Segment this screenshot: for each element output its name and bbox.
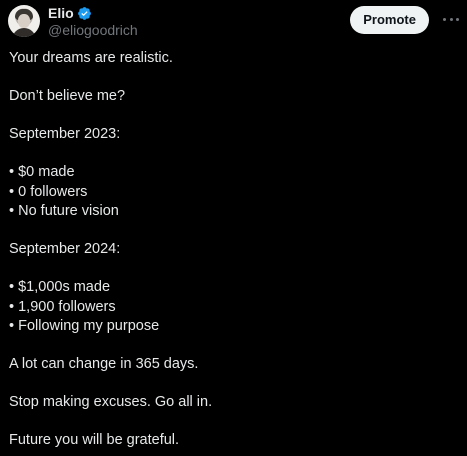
author-handle[interactable]: @eliogoodrich [48, 22, 138, 39]
author-display-name[interactable]: Elio [48, 5, 74, 22]
tweet-card: Elio @eliogoodrich Promote Your dreams a… [0, 0, 467, 456]
avatar-face [18, 14, 30, 28]
after-item: • $1,000s made [9, 279, 111, 295]
cta-line: Stop making excuses. Go all in. [9, 394, 213, 410]
tweet-text: Your dreams are realistic. Don’t believe… [9, 49, 459, 451]
before-heading: September 2023: [9, 126, 121, 142]
verified-badge-icon [77, 7, 91, 20]
more-dot [449, 17, 453, 21]
after-item: • Following my purpose [9, 318, 160, 334]
more-dot [443, 17, 446, 21]
author-name-row: Elio [48, 5, 138, 22]
tweet-intro: Your dreams are realistic. [9, 50, 173, 66]
tweet-header: Elio @eliogoodrich Promote [8, 4, 459, 40]
change-line: A lot can change in 365 days. [9, 356, 199, 372]
avatar-shoulders [12, 28, 36, 37]
author-info: Elio @eliogoodrich [48, 5, 138, 39]
closing-line: Future you will be grateful. [9, 432, 180, 448]
after-heading: September 2024: [9, 241, 121, 257]
after-item: • 1,900 followers [9, 298, 116, 315]
more-horizontal-icon[interactable] [443, 12, 459, 26]
before-item: • 0 followers [9, 183, 88, 200]
promote-button[interactable]: Promote [350, 6, 429, 34]
tweet-question: Don’t believe me? [9, 88, 126, 104]
before-item: • No future vision [9, 203, 119, 219]
more-dot [456, 17, 459, 21]
before-item: • $0 made [9, 164, 75, 180]
avatar[interactable] [8, 5, 40, 37]
